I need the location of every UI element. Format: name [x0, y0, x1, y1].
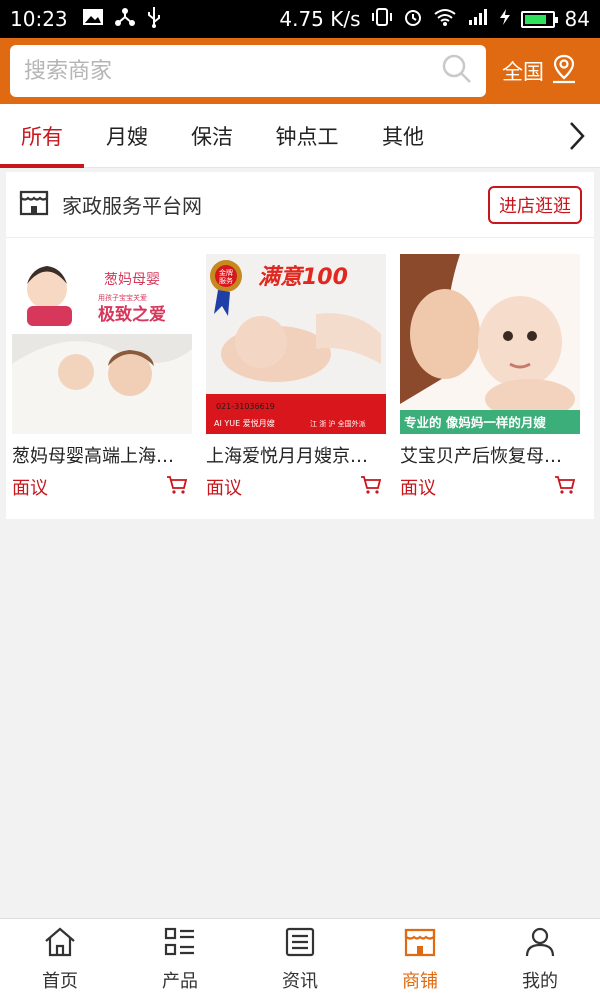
- image-brand-text: 葱妈母婴: [104, 272, 160, 288]
- status-bar: 10:23 4.75 K/s 84: [0, 0, 600, 38]
- region-label: 全国: [502, 60, 544, 84]
- charging-icon: [499, 7, 511, 31]
- chevron-right-icon[interactable]: [566, 120, 588, 156]
- vibrate-icon: [371, 7, 393, 32]
- home-icon: [43, 926, 77, 963]
- share-icon: [114, 7, 136, 32]
- nav-label: 商铺: [402, 971, 438, 992]
- user-icon: [523, 926, 557, 963]
- product-card[interactable]: 专业的 像妈妈一样的月嫂 艾宝贝产后恢复母… 面议: [400, 254, 580, 500]
- tab-label: 保洁: [191, 124, 233, 149]
- product-card[interactable]: 金牌 服务 满意100 021-31036619 AI YUE 爱悦月嫂 江 浙…: [206, 254, 386, 500]
- news-icon: [283, 926, 317, 963]
- image-slogan: 极致之爱: [98, 304, 166, 325]
- cart-icon[interactable]: [360, 475, 382, 499]
- nav-label: 首页: [42, 971, 78, 992]
- product-title[interactable]: 上海爱悦月月嫂京…: [206, 442, 386, 468]
- image-phone: 021-31036619: [216, 402, 275, 411]
- product-image[interactable]: 金牌 服务 满意100 021-31036619 AI YUE 爱悦月嫂 江 浙…: [206, 254, 386, 434]
- enter-store-button[interactable]: 进店逛逛: [488, 185, 582, 224]
- tab-label: 钟点工: [275, 124, 339, 149]
- product-image[interactable]: 专业的 像妈妈一样的月嫂: [400, 254, 580, 434]
- battery-level: [524, 14, 547, 24]
- image-bottom-right: 江 浙 沪 全国外派: [310, 419, 366, 428]
- svg-text:服务: 服务: [219, 276, 233, 285]
- nav-products[interactable]: 产品: [120, 919, 240, 1000]
- shop-icon: [403, 926, 437, 963]
- image-banner: 专业的 像妈妈一样的月嫂: [404, 415, 546, 430]
- product-list: 葱妈母婴 用孩子宝宝关爱 极致之爱 葱妈母婴高端上海… 面议 金牌 服务 满意1…: [6, 238, 594, 500]
- wifi-icon: [433, 7, 457, 31]
- nav-label: 资讯: [282, 971, 318, 992]
- store-card: 家政服务平台网 进店逛逛 葱妈母婴 用孩子宝宝关爱 极致之爱 葱妈母婴高端上海……: [6, 172, 594, 519]
- product-card[interactable]: 葱妈母婴 用孩子宝宝关爱 极致之爱 葱妈母婴高端上海… 面议: [12, 254, 192, 500]
- product-price: 面议: [12, 478, 48, 499]
- product-title[interactable]: 葱妈母婴高端上海…: [12, 442, 192, 468]
- location-icon: [550, 54, 578, 89]
- usb-icon: [146, 6, 162, 33]
- store-name: 家政服务平台网: [62, 194, 202, 218]
- alarm-icon: [403, 7, 423, 32]
- battery-icon: [520, 10, 558, 28]
- tab-all[interactable]: 所有: [0, 104, 84, 168]
- search-icon[interactable]: [442, 54, 472, 88]
- region-selector[interactable]: 全国: [502, 54, 578, 89]
- header-bar: 全国: [0, 38, 600, 104]
- product-price: 面议: [400, 478, 436, 499]
- nav-home[interactable]: 首页: [0, 919, 120, 1000]
- image-bottom-left: AI YUE 爱悦月嫂: [214, 418, 275, 428]
- tab-other[interactable]: 其他: [360, 104, 446, 168]
- tab-label: 所有: [21, 124, 63, 149]
- store-header: 家政服务平台网 进店逛逛: [6, 172, 594, 238]
- nav-label: 产品: [162, 971, 198, 992]
- image-icon: [82, 7, 104, 31]
- image-headline: 满意100: [258, 264, 348, 290]
- list-icon: [163, 926, 197, 963]
- product-image[interactable]: 葱妈母婴 用孩子宝宝关爱 极致之爱: [12, 254, 192, 434]
- product-title[interactable]: 艾宝贝产后恢复母…: [400, 442, 580, 468]
- cart-icon[interactable]: [166, 475, 188, 499]
- shop-icon: [18, 187, 50, 223]
- nav-profile[interactable]: 我的: [480, 919, 600, 1000]
- tab-hourly-worker[interactable]: 钟点工: [254, 104, 360, 168]
- image-slogan-small: 用孩子宝宝关爱: [98, 293, 147, 302]
- nav-label: 我的: [522, 971, 558, 992]
- cart-icon[interactable]: [554, 475, 576, 499]
- bottom-nav: 首页 产品 资讯 商铺 我的: [0, 918, 600, 1000]
- nav-news[interactable]: 资讯: [240, 919, 360, 1000]
- search-input[interactable]: [24, 58, 442, 84]
- signal-icon: [467, 7, 489, 31]
- tab-label: 月嫂: [106, 124, 148, 149]
- battery-percent: 84: [564, 7, 590, 31]
- image-badge-text: 金牌: [219, 268, 233, 277]
- tab-maternity-nanny[interactable]: 月嫂: [84, 104, 170, 168]
- tab-label: 其他: [382, 124, 424, 149]
- status-time: 10:23: [10, 7, 68, 31]
- search-box[interactable]: [10, 45, 486, 97]
- network-speed: 4.75 K/s: [279, 7, 361, 31]
- tab-cleaning[interactable]: 保洁: [170, 104, 254, 168]
- category-tabs: 所有 月嫂 保洁 钟点工 其他: [0, 104, 600, 168]
- product-price: 面议: [206, 478, 242, 499]
- nav-shop[interactable]: 商铺: [360, 919, 480, 1000]
